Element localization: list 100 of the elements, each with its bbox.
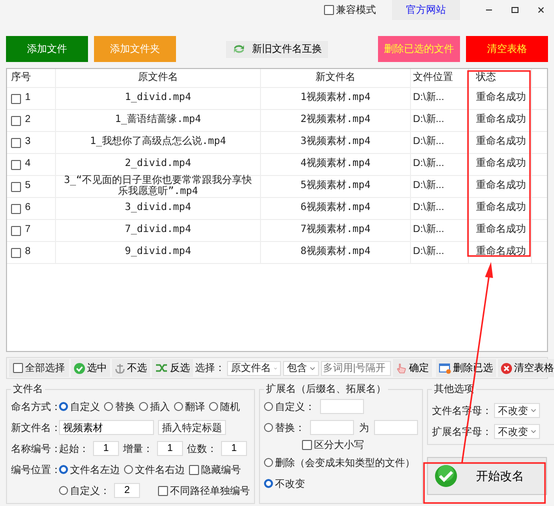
- replace-to-field[interactable]: [374, 420, 418, 435]
- chevron-down-icon: [531, 429, 536, 434]
- digits-field[interactable]: 1: [221, 441, 247, 456]
- table-cell: 6视频素材.mp4: [300, 203, 371, 214]
- table-cell: 3视频素材.mp4: [300, 137, 371, 148]
- table-cell-text: 1_我想你了高级点怎么说.mp4: [88, 137, 228, 148]
- maximize-icon[interactable]: [510, 5, 520, 15]
- table-cell: 重命名成功: [476, 203, 526, 214]
- hide-number-checkbox[interactable]: 隐藏编号: [189, 462, 241, 476]
- table-cell: 2视频素材.mp4: [300, 115, 371, 126]
- column-header: 文件位置: [411, 69, 469, 87]
- row-number: 6: [25, 203, 31, 214]
- naming-mode-radio[interactable]: 翻译: [174, 400, 205, 414]
- row-number: 8: [25, 247, 31, 258]
- naming-mode-radio[interactable]: 自定义: [59, 400, 100, 414]
- website-link[interactable]: 官方网站: [392, 0, 460, 20]
- table-cell-text: 2_divid.mp4: [124, 159, 192, 170]
- field-label: 增量：: [123, 442, 153, 456]
- table-cell: D:\新...: [413, 115, 444, 126]
- extension-radio[interactable]: 自定义：: [264, 400, 315, 414]
- check-circle-icon: [434, 464, 458, 488]
- table-cell: D:\新...: [413, 203, 444, 214]
- table-cell: D:\新...: [413, 181, 444, 192]
- row-number: 1: [25, 93, 31, 104]
- table-cell: 重命名成功: [476, 93, 526, 104]
- new-name-field[interactable]: 视频素材: [59, 420, 154, 435]
- row-checkbox[interactable]: [11, 116, 21, 126]
- table-cell: 重命名成功: [476, 137, 526, 148]
- step-field[interactable]: 1: [157, 441, 183, 456]
- group-title: 扩展名（后缀名、拓展名）: [265, 382, 387, 396]
- field-label: 位数：: [187, 442, 217, 456]
- row-checkbox[interactable]: [11, 138, 21, 148]
- table-cell: D:\新...: [413, 247, 444, 258]
- table-cell: 7视频素材.mp4: [300, 225, 371, 236]
- close-icon[interactable]: [536, 5, 546, 15]
- compat-mode-checkbox[interactable]: 兼容模式: [324, 3, 376, 17]
- position-radio[interactable]: 文件名右边: [124, 462, 185, 476]
- naming-mode-radio[interactable]: 随机: [209, 400, 240, 414]
- table-cell-text: 7_divid.mp4: [124, 225, 192, 236]
- table-cell: D:\新...: [413, 225, 444, 236]
- column-header: 序号: [7, 69, 56, 87]
- column-header: 新文件名: [261, 69, 411, 87]
- column-header: 状态: [469, 69, 532, 87]
- extension-radio[interactable]: 不改变: [264, 476, 305, 490]
- action-button[interactable]: 清空表格: [466, 36, 548, 62]
- row-number: 2: [25, 115, 31, 126]
- row-checkbox[interactable]: [11, 94, 21, 104]
- start-rename-button[interactable]: 开始改名: [427, 457, 547, 495]
- row-checkbox[interactable]: [11, 226, 21, 236]
- chevron-down-icon: [531, 408, 536, 413]
- table-cell-text: 3_divid.mp4: [124, 203, 192, 214]
- field-label: 编号位置：: [11, 464, 55, 476]
- field-label: 名称编号：: [11, 442, 55, 456]
- table-cell: D:\新...: [413, 159, 444, 170]
- group-title: 文件名: [12, 382, 44, 396]
- row-number: 7: [25, 225, 31, 236]
- field-label: 新文件名：: [11, 422, 55, 434]
- row-number: 4: [25, 159, 31, 170]
- row-checkbox[interactable]: [11, 160, 21, 170]
- start-field[interactable]: 1: [93, 441, 119, 456]
- extension-case-dropdown[interactable]: 不改变: [494, 424, 540, 439]
- filename-case-dropdown[interactable]: 不改变: [494, 403, 540, 418]
- row-number: 5: [25, 181, 31, 192]
- action-button[interactable]: 添加文件: [6, 36, 88, 62]
- row-number: 3: [25, 137, 31, 148]
- extension-radio[interactable]: 删除（会变成未知类型的文件）: [264, 456, 415, 470]
- replace-from-field[interactable]: [310, 420, 354, 435]
- table-cell: 4视频素材.mp4: [300, 159, 371, 170]
- table-cell: 重命名成功: [476, 225, 526, 236]
- swap-arrows-icon: [232, 43, 246, 55]
- table-cell: 1视频素材.mp4: [300, 93, 371, 104]
- field-label: 为: [359, 422, 369, 434]
- table-cell: D:\新...: [413, 93, 444, 104]
- table-cell: 重命名成功: [476, 115, 526, 126]
- table-cell-text: 1_蔷语结蔷缘.mp4: [114, 115, 202, 126]
- field-label: 起始：: [59, 442, 89, 456]
- table-cell-text: 3_“不见面的日子里你也要常常跟我分享快乐我愿意听”.mp4: [62, 176, 254, 197]
- swap-names-button[interactable]: 新旧文件名互换: [226, 40, 328, 58]
- table-cell-text: 9_divid.mp4: [124, 247, 192, 258]
- extension-radio[interactable]: 替换：: [264, 420, 305, 434]
- column-header: 原文件名: [56, 69, 261, 87]
- table-cell-text: 1_divid.mp4: [124, 93, 192, 104]
- table-cell: 8视频素材.mp4: [300, 247, 371, 258]
- per-path-number-checkbox[interactable]: 不同路径单独编号: [158, 484, 250, 498]
- row-checkbox[interactable]: [11, 182, 21, 192]
- custom-extension-field[interactable]: [320, 399, 364, 414]
- naming-mode-radio[interactable]: 替换: [104, 400, 135, 414]
- position-radio[interactable]: 文件名左边: [59, 462, 120, 476]
- table-cell: 重命名成功: [476, 247, 526, 258]
- naming-mode-radio[interactable]: 插入: [139, 400, 170, 414]
- position-radio[interactable]: 自定义：: [59, 484, 110, 498]
- field-label: 命名方式：: [11, 400, 55, 414]
- insert-title-dropdown[interactable]: 插入特定标题: [158, 420, 226, 435]
- table-cell: 重命名成功: [476, 181, 526, 192]
- row-checkbox[interactable]: [11, 248, 21, 258]
- table-cell: 重命名成功: [476, 159, 526, 170]
- case-sensitive-checkbox[interactable]: 区分大小写: [302, 438, 364, 452]
- table-cell: D:\新...: [413, 137, 444, 148]
- custom-position-field[interactable]: 2: [114, 483, 140, 498]
- row-checkbox[interactable]: [11, 204, 21, 214]
